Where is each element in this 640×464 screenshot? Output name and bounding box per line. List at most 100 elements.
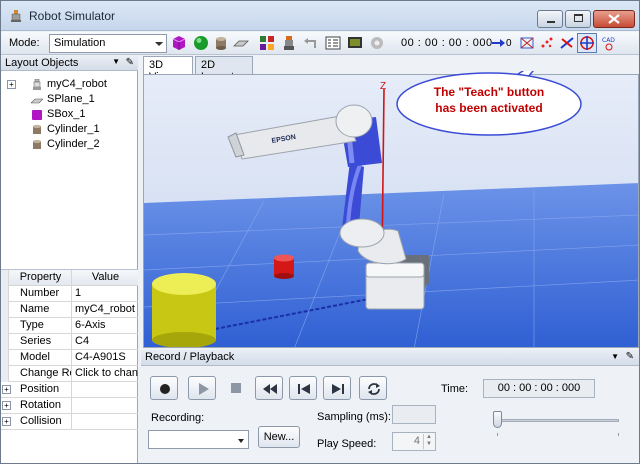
title-bar[interactable]: Robot Simulator [1,1,639,31]
property-name: Change Ro [10,366,72,382]
cylinder-icon [33,124,41,134]
app-window: Robot Simulator Mode: Simulation 00 : 00… [0,0,640,464]
tree-item-label: SPlane_1 [47,93,95,105]
cylinder-yellow[interactable] [152,273,216,348]
properties-header-row: Property Value [1,270,138,286]
tab-3d-view[interactable]: 3D View [143,56,193,83]
teach-callout: The "Teach" button has been activated [395,71,583,137]
stop-button[interactable] [222,376,250,400]
teach-button[interactable] [577,33,597,53]
loop-button[interactable] [359,376,387,400]
move-to-point-icon[interactable] [491,35,507,51]
value-column-header: Value [91,271,120,283]
property-value[interactable]: Click to chang [73,366,138,382]
svg-text:CAD: CAD [602,37,615,44]
record-icon [160,384,170,394]
teach-points-icon[interactable] [539,35,555,51]
property-row[interactable]: + Collision [1,414,138,430]
new-recording-button[interactable]: New... [258,426,300,448]
maximize-button[interactable] [565,10,591,28]
property-value[interactable] [73,398,138,414]
plane-icon [31,98,43,104]
property-value[interactable] [73,414,138,430]
property-row[interactable]: Change Ro Click to chang [1,366,138,382]
spin-arrows-icon[interactable]: ▲ ▼ [423,434,434,449]
undo-icon[interactable] [303,35,319,51]
property-row[interactable]: Name myC4_robot [1,302,138,318]
go-to-end-button[interactable] [323,376,351,400]
property-name: Series [10,334,72,350]
minimize-icon [547,21,555,23]
panel-menu-icon[interactable]: ▼ [611,352,619,361]
add-sphere-icon[interactable] [193,35,209,51]
property-row[interactable]: + Rotation [1,398,138,414]
play-speed-stepper[interactable]: 4 ▲ ▼ [392,432,436,451]
close-icon [608,14,620,24]
property-value[interactable] [73,382,138,398]
row-gutter [1,286,9,302]
play-speed-label: Play Speed: [317,438,377,450]
property-value[interactable]: myC4_robot [73,302,138,318]
property-value[interactable]: C4 [73,334,138,350]
rewind-button[interactable] [255,376,283,400]
playback-slider-thumb[interactable] [493,411,502,428]
playback-slider-track[interactable] [497,419,619,422]
pane-menu-icon[interactable]: ▼ [112,57,120,66]
settings-gray-icon[interactable] [369,35,385,51]
add-parts-icon[interactable] [259,35,275,51]
jog-icon[interactable] [559,35,575,51]
display-icon[interactable] [347,35,363,51]
mode-label: Mode: [9,37,40,49]
tab-2d-layout[interactable]: 2D Layout [195,56,253,83]
robot-cell-icon[interactable] [519,35,535,51]
play-icon [199,383,209,395]
play-speed-value: 4 [413,435,420,447]
cad-to-point-icon[interactable]: CAD [601,35,617,51]
property-row[interactable]: Model C4-A901S [1,350,138,366]
property-value[interactable]: C4-A901S [73,350,138,366]
cylinder-red[interactable] [274,254,294,280]
property-name: Name [10,302,72,318]
minimize-button[interactable] [537,10,563,28]
robot-icon [33,79,41,90]
row-gutter [1,334,9,350]
mode-select-value: Simulation [54,37,106,49]
add-robot-icon[interactable] [281,35,297,51]
close-button[interactable] [593,10,635,28]
callout-text: The "Teach" button has been activated [395,84,583,116]
property-value[interactable]: 6-Axis [73,318,138,334]
points-list-icon[interactable] [325,35,341,51]
tree-expand-icon[interactable]: + [7,80,16,89]
recording-select[interactable] [148,430,249,449]
add-plane-icon[interactable] [233,35,249,51]
play-button[interactable] [188,376,216,400]
go-to-start-button[interactable] [289,376,317,400]
property-row[interactable]: Number 1 [1,286,138,302]
recording-label: Recording: [151,412,205,424]
tree-item-label: Cylinder_1 [47,123,100,135]
move-indicator: 0 [506,38,512,49]
pin-icon[interactable]: ✎ [126,57,134,68]
mode-select[interactable]: Simulation [49,34,167,53]
property-row[interactable]: Type 6-Axis [1,318,138,334]
toolbar-dropdown-icon[interactable] [155,35,165,51]
property-name: Model [10,350,72,366]
property-column-header: Property [10,270,72,286]
sampling-input[interactable] [392,405,436,424]
record-button[interactable] [150,376,178,400]
add-cylinder-icon[interactable] [213,35,229,51]
property-row[interactable]: + Position [1,382,138,398]
properties-grid: Property Value Number 1 Name myC4_robot … [1,269,138,463]
time-label: Time: [441,383,469,395]
panel-pin-icon[interactable]: ✎ [626,351,634,362]
teach-target-icon [580,36,594,50]
row-gutter [1,350,9,366]
box-icon [32,110,42,120]
time-display: 00 : 00 : 00 : 000 [483,379,595,398]
property-value[interactable]: 1 [73,286,138,302]
tree-item-label: myC4_robot [47,78,107,90]
add-box-icon[interactable] [171,35,187,51]
maximize-icon [574,14,583,22]
property-row[interactable]: Series C4 [1,334,138,350]
property-name: Rotation [10,398,72,414]
